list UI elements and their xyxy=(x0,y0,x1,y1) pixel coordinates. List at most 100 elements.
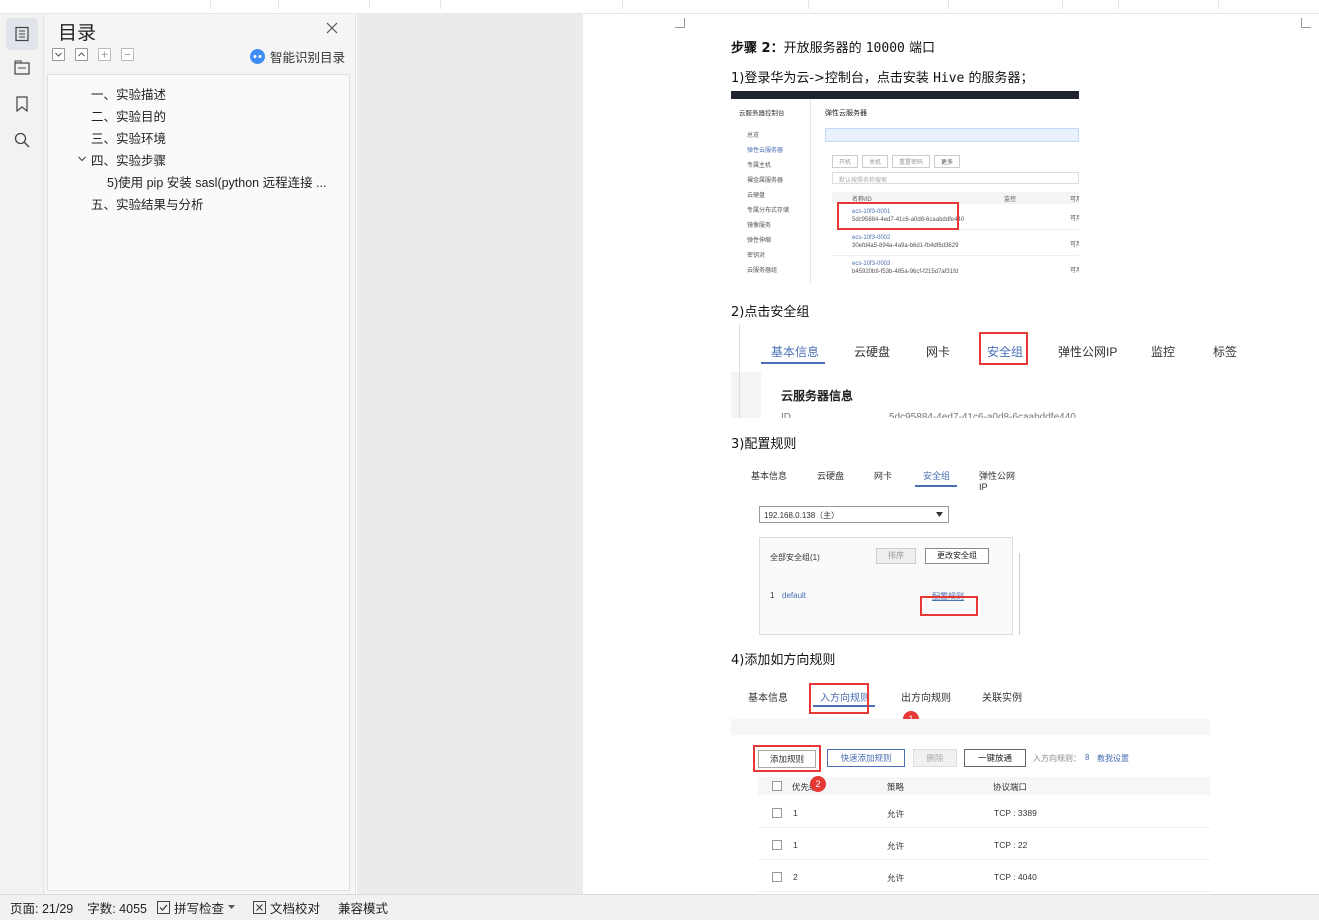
highlight-box xyxy=(753,745,821,772)
toc-item[interactable]: 二、实验目的 xyxy=(91,106,166,125)
bookmark-icon[interactable] xyxy=(6,88,38,120)
console-search-placeholder: 默认按照名称搜索 xyxy=(839,178,888,184)
inbound-count: 8 xyxy=(1085,753,1090,762)
row-checkbox xyxy=(772,808,782,818)
smart-robot-icon xyxy=(249,49,265,64)
doc-line-2: 2)点击安全组 xyxy=(731,305,810,320)
tab-disk: 云硬盘 xyxy=(854,345,891,359)
page-gutter xyxy=(357,14,583,894)
console-nav-item: 总览 xyxy=(747,133,760,139)
tab-eip: 弹性公网IP xyxy=(1058,345,1118,359)
page-indicator[interactable]: 页面: 21/29 xyxy=(10,898,73,917)
console-buttons: 开机 关机 重置密码 更多 xyxy=(832,155,961,168)
doc-line-4: 4)添加如方向规则 xyxy=(731,653,836,668)
row-checkbox xyxy=(772,840,782,850)
word-count[interactable]: 字数: 4055 xyxy=(87,898,147,917)
console-nav-item: 镜像服务 xyxy=(747,223,772,229)
smart-toc-button[interactable]: 智能识别目录 xyxy=(249,47,345,66)
rule-port: TCP : 22 xyxy=(994,840,1028,850)
toc-panel-icon[interactable] xyxy=(6,18,38,50)
side-icon-rail xyxy=(0,14,44,894)
sort-button: 排序 xyxy=(876,548,916,564)
console-btn: 开机 xyxy=(832,155,859,168)
rule-policy: 允许 xyxy=(887,873,905,883)
console-notice xyxy=(825,128,1079,142)
add-level-icon[interactable] xyxy=(98,48,111,61)
proofread-button[interactable]: 文档校对 xyxy=(253,898,320,917)
toc-list: 一、实验描述 二、实验目的 三、实验环境 四、实验步骤 5)使用 pip 安装 … xyxy=(47,74,350,891)
toc-item[interactable]: 5)使用 pip 安装 sasl(python 远程连接 ... xyxy=(107,172,327,191)
console-sidebar-title: 云服务器控制台 xyxy=(739,110,785,117)
check-icon xyxy=(157,901,170,914)
row-checkbox xyxy=(772,872,782,882)
console-header: 弹性云服务器 xyxy=(825,110,867,117)
rule-tab: 出方向规则 xyxy=(901,693,951,704)
dropdown-arrow-icon xyxy=(936,512,943,517)
dropdown-arrow-icon[interactable] xyxy=(228,905,236,910)
rule-tab: 基本信息 xyxy=(748,693,788,704)
id-label: ID xyxy=(781,412,791,418)
spell-check-button[interactable]: 拼写检查 xyxy=(157,898,236,917)
expand-down-icon[interactable] xyxy=(52,48,65,61)
console-sidebar: 云服务器控制台 总览 弹性云服务器 专属主机 裸金属服务器 云硬盘 专属分布式存… xyxy=(731,99,811,283)
rule-port: TCP : 3389 xyxy=(994,808,1037,818)
toc-item[interactable]: 五、实验结果与分析 xyxy=(91,194,204,213)
section-title: 云服务器信息 xyxy=(781,389,854,403)
toc-item[interactable]: 一、实验描述 xyxy=(91,84,166,103)
step-badge: 2 xyxy=(810,776,826,792)
remove-level-icon[interactable] xyxy=(121,48,134,61)
chevron-down-icon[interactable] xyxy=(77,154,87,164)
console-btn: 关机 xyxy=(862,155,889,168)
inbound-count-label: 入方向规则： xyxy=(1033,754,1081,763)
console-nav-item: 弹性云服务器 xyxy=(747,148,784,154)
status-bar: 页面: 21/29 字数: 4055 拼写检查 文档校对 兼容模式 xyxy=(0,894,1319,920)
rule-tab: 关联实例 xyxy=(982,693,1022,704)
proofread-label: 文档校对 xyxy=(270,902,321,916)
console-nav-item: 专属分布式存储 xyxy=(747,208,790,214)
sg-tab: 基本信息 xyxy=(751,471,788,481)
collapse-up-icon[interactable] xyxy=(75,48,88,61)
console-btn: 重置密码 xyxy=(892,155,931,168)
close-icon[interactable] xyxy=(325,20,341,36)
page-corner-mark xyxy=(1301,18,1311,28)
wps-writer-window: { "toc": { "title": "目录", "smart_label":… xyxy=(0,0,1319,920)
rule-priority: 2 xyxy=(793,872,798,882)
search-icon[interactable] xyxy=(6,124,38,156)
screenshot-inbound-rules: 基本信息 入方向规则 出方向规则 关联实例 1 添加规则 快速添加规则 删除 一… xyxy=(731,683,1210,894)
rule-policy: 允许 xyxy=(887,809,905,819)
delete-button: 删除 xyxy=(913,749,957,767)
screenshot-security-group: 基本信息 云硬盘 网卡 安全组 弹性公网IP 192.168.0.138（主） … xyxy=(731,457,1021,635)
tab-monitor: 监控 xyxy=(1151,345,1176,359)
console-row-av: 可用 xyxy=(1070,242,1079,248)
id-value: 5dc95884-4ed7-41c6-a0d8-6caabddfe440 xyxy=(889,412,1076,418)
console-col: 监控 xyxy=(1004,197,1017,203)
console-row-name: ecs-10f3-0002 xyxy=(852,235,891,241)
navigation-icon[interactable] xyxy=(6,52,38,84)
nic-select-value: 192.168.0.138（主） xyxy=(764,511,840,520)
highlight-box xyxy=(809,683,869,714)
rule-priority: 1 xyxy=(793,840,798,850)
console-row-id: b45920b9-f53b-485a-96cf-f215d7af31fd xyxy=(852,269,959,275)
change-sg-button: 更改安全组 xyxy=(925,548,989,564)
console-row-name: ecs-10f3-0003 xyxy=(852,261,891,267)
toc-item[interactable]: 三、实验环境 xyxy=(91,128,166,147)
tab-nic: 网卡 xyxy=(926,345,951,359)
sg-tab: 云硬盘 xyxy=(817,471,845,481)
nic-select: 192.168.0.138（主） xyxy=(759,506,949,523)
doc-line-3: 3)配置规则 xyxy=(731,437,797,452)
console-nav-item: 云服务器组 xyxy=(747,268,778,274)
toc-toolbar xyxy=(52,48,134,64)
document-page[interactable]: 步骤 2：开放服务器的 10000 端口 1)登录华为云->控制台，点击安装 H… xyxy=(583,14,1319,894)
highlight-box xyxy=(979,332,1028,365)
rule-priority: 1 xyxy=(793,808,798,818)
teach-link: 教我设置 xyxy=(1097,754,1129,763)
console-row-av: 可用 xyxy=(1070,268,1079,274)
console-nav-item: 密钥对 xyxy=(747,253,766,259)
console-row-av: 可用 xyxy=(1070,216,1079,222)
console-nav-item: 裸金属服务器 xyxy=(747,178,784,184)
compat-mode[interactable]: 兼容模式 xyxy=(338,898,388,917)
sg-tab: 网卡 xyxy=(874,471,893,481)
rule-port: TCP : 4040 xyxy=(994,872,1037,882)
console-search: 默认按照名称搜索 xyxy=(832,172,1079,184)
toc-item[interactable]: 四、实验步骤 xyxy=(91,150,166,169)
